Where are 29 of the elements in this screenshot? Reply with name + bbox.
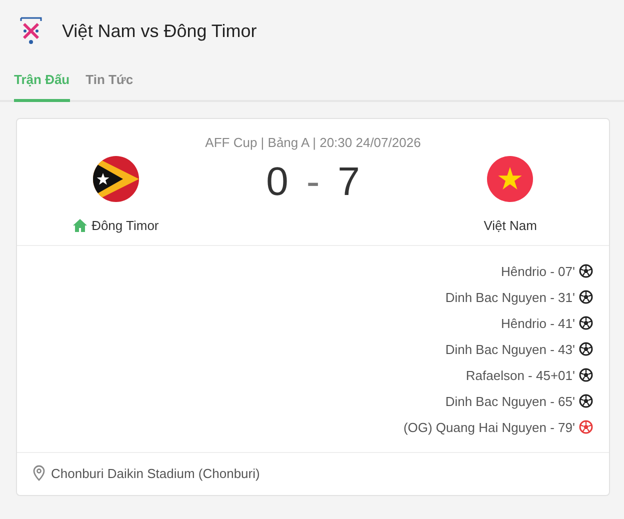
soccer-ball-icon xyxy=(579,342,593,356)
goal-event: Hêndrio - 41' xyxy=(500,316,575,330)
location-pin-icon xyxy=(33,465,45,481)
goal-event: Rafaelson - 45+01' xyxy=(466,368,575,382)
tab[interactable]: Tin Tức xyxy=(86,64,134,102)
soccer-ball-icon xyxy=(579,264,593,278)
soccer-ball-icon xyxy=(579,420,593,434)
tournament-logo-icon xyxy=(20,17,42,45)
goal-event: Hêndrio - 07' xyxy=(500,264,575,278)
tab[interactable]: Trận Đấu xyxy=(14,64,70,102)
home-icon xyxy=(72,219,87,232)
team-name: Việt Nam xyxy=(484,218,537,233)
goal-event: Dinh Bac Nguyen - 65' xyxy=(445,394,575,408)
goal-event: (OG) Quang Hai Nguyen - 79' xyxy=(403,420,575,434)
score: 0 xyxy=(266,160,288,205)
soccer-ball-icon xyxy=(579,290,593,304)
flag-icon xyxy=(92,156,139,202)
flag-icon xyxy=(487,156,534,202)
soccer-ball-icon xyxy=(579,316,593,330)
match-info: AFF Cup | Bảng A | 20:30 24/07/2026 xyxy=(204,134,422,150)
page-title: Việt Nam vs Đông Timor xyxy=(62,20,257,42)
soccer-ball-icon xyxy=(579,368,593,382)
goal-event: Dinh Bac Nguyen - 31' xyxy=(445,290,575,304)
score: 7 xyxy=(338,160,360,205)
venue: Chonburi Daikin Stadium (Chonburi) xyxy=(51,466,260,480)
team-name: Đông Timor xyxy=(72,218,159,233)
score-separator: - xyxy=(306,160,320,205)
soccer-ball-icon xyxy=(579,394,593,408)
goal-event: Dinh Bac Nguyen - 43' xyxy=(445,342,575,356)
